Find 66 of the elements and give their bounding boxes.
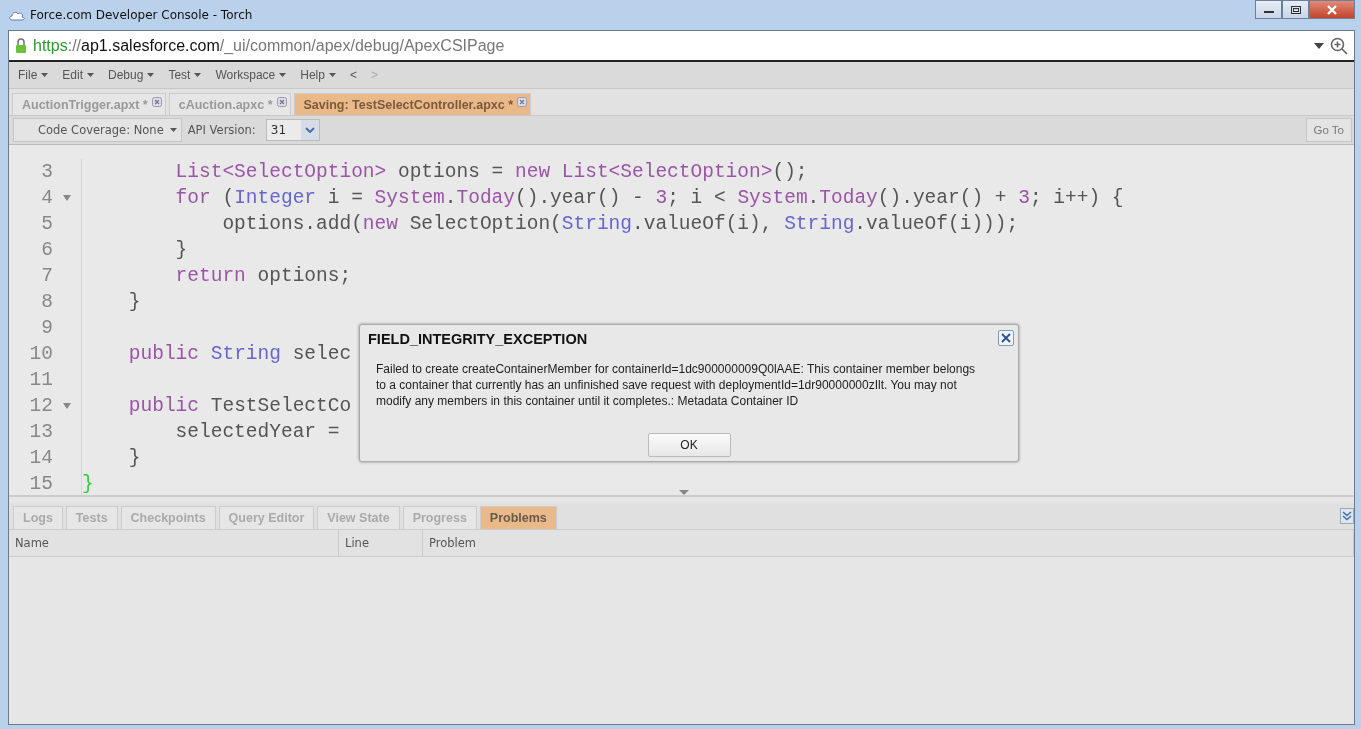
line-number: 9 xyxy=(40,317,53,339)
dialog-title: FIELD_INTEGRITY_EXCEPTION xyxy=(368,331,589,347)
panel-tab[interactable]: Problems xyxy=(479,506,557,529)
line-number: 4 xyxy=(40,187,53,209)
collapse-button[interactable] xyxy=(1340,508,1354,524)
fold-arrow-icon[interactable] xyxy=(63,195,71,201)
url-text: https://ap1.salesforce.com/_ui/common/apex/debug/ApexCSIPage xyxy=(33,36,505,55)
line-number: 3 xyxy=(40,161,53,183)
line-number: 10 xyxy=(28,343,53,365)
column-header[interactable]: Name xyxy=(9,530,339,556)
line-number: 8 xyxy=(40,291,53,313)
column-header[interactable]: Problem xyxy=(423,530,1354,556)
line-number: 15 xyxy=(28,473,53,495)
code-line: selectedYear = xyxy=(174,420,340,444)
dropdown-caret-icon[interactable] xyxy=(1314,42,1324,49)
code-line: } xyxy=(127,290,141,314)
api-version-select[interactable]: 31 xyxy=(265,119,320,141)
editor-tab[interactable]: Saving: TestSelectController.apxc * xyxy=(293,93,532,115)
api-version-label: API Version: xyxy=(187,123,256,137)
close-icon[interactable] xyxy=(517,97,528,107)
close-icon[interactable] xyxy=(276,97,287,107)
maximize-button[interactable] xyxy=(1282,0,1309,19)
code-line: public String selec xyxy=(127,342,352,366)
chevron-down-icon xyxy=(304,127,315,133)
ok-button[interactable]: OK xyxy=(647,433,731,457)
code-line: public TestSelectCo xyxy=(127,394,352,418)
minimize-button[interactable] xyxy=(1255,0,1282,19)
error-message: Failed to create createContainerMember for containerId=1dc900000009Q0lAAE: This container member belongs to a container that currently has an unfinished save request with deploymentId=1dr90000000zIlt. You may not modify any members in this container until it completes.: Metadata Container ID xyxy=(376,361,976,409)
code-line: } xyxy=(82,472,94,495)
menu-item[interactable]: Workspace xyxy=(210,66,292,84)
line-number: 11 xyxy=(28,369,53,391)
code-line: for (Integer i = System.Today().year() - 3; i < System.Today().year() + 3; i++) { xyxy=(174,186,1124,210)
code-line: } xyxy=(174,238,188,262)
close-button[interactable] xyxy=(998,330,1014,346)
go-to-button[interactable]: Go To xyxy=(1305,118,1352,142)
code-line: return options; xyxy=(174,264,352,288)
address-bar[interactable]: https://ap1.salesforce.com/_ui/common/apex/debug/ApexCSIPage xyxy=(9,31,1354,62)
double-chevron-down-icon xyxy=(1342,511,1352,521)
column-header[interactable]: Line xyxy=(339,530,423,556)
caret-icon xyxy=(169,128,177,132)
menu-item[interactable]: File xyxy=(13,66,54,84)
code-line: options.add(new SelectOption(String.valueOf(i), String.valueOf(i))); xyxy=(221,212,1019,236)
lock-icon xyxy=(15,37,27,54)
close-icon[interactable] xyxy=(151,97,162,107)
restore-icon xyxy=(1289,4,1302,15)
code-line: } xyxy=(127,446,141,470)
line-number: 14 xyxy=(28,447,53,469)
code-line: List<SelectOption> options = new List<SelectOption>(); xyxy=(174,160,808,184)
close-button[interactable] xyxy=(1309,0,1355,19)
window-title: Force.com Developer Console - Torch xyxy=(30,8,253,22)
line-number: 5 xyxy=(40,213,53,235)
line-number: 7 xyxy=(40,265,53,287)
menu-item[interactable]: Debug xyxy=(103,66,160,84)
menu-item[interactable]: Help xyxy=(295,66,341,84)
zoom-in-icon[interactable] xyxy=(1330,36,1348,55)
line-number: 13 xyxy=(28,421,53,443)
splitter-handle-icon[interactable] xyxy=(679,490,689,495)
code-coverage-dropdown[interactable]: Code Coverage: None xyxy=(13,118,182,142)
menu-item[interactable]: Test xyxy=(163,66,207,84)
line-number: 6 xyxy=(40,239,53,261)
close-icon xyxy=(1001,333,1011,343)
line-number: 12 xyxy=(28,395,53,417)
close-icon xyxy=(1325,3,1339,16)
menu-item[interactable]: Edit xyxy=(57,66,100,84)
fold-arrow-icon[interactable] xyxy=(63,403,71,409)
menu-item[interactable]: < xyxy=(344,66,362,84)
